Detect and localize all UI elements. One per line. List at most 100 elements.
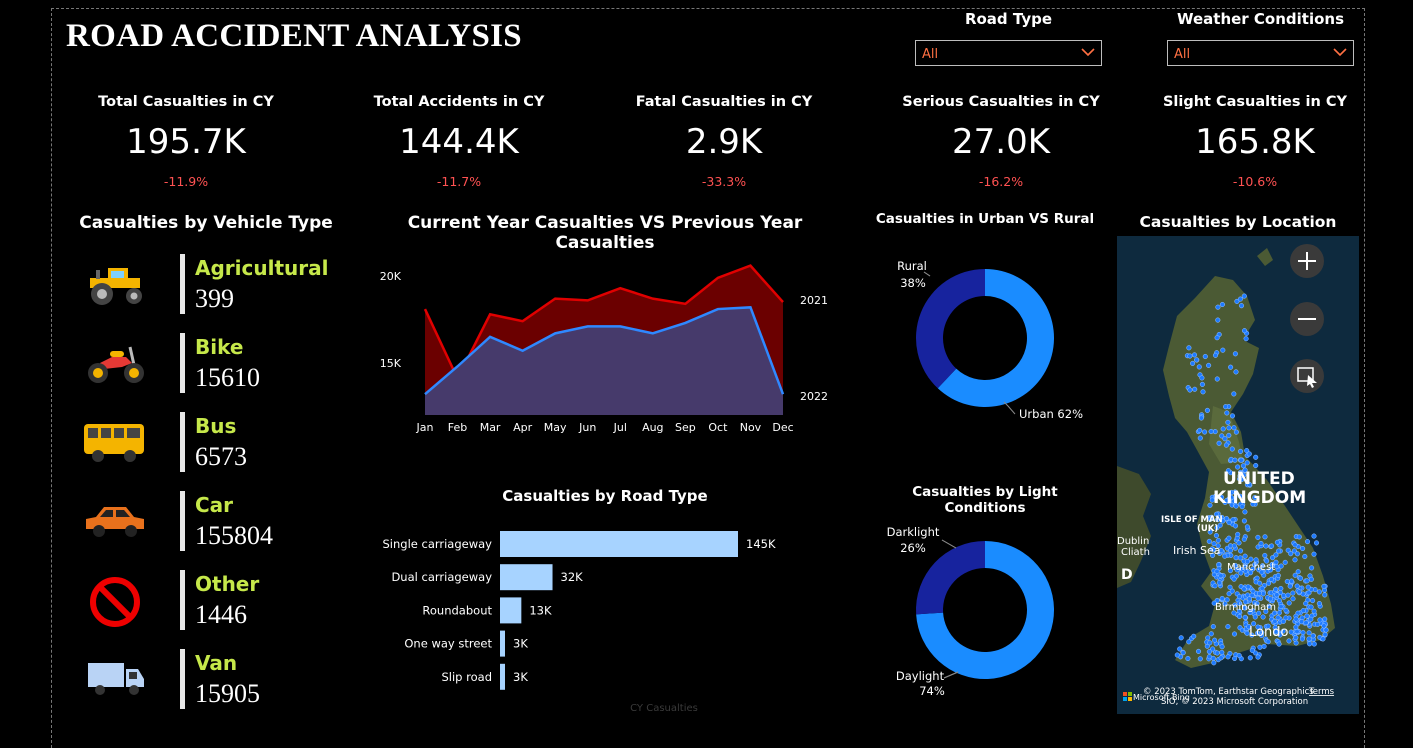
casualty-dot [1231,543,1237,549]
casualty-dot [1228,547,1234,553]
casualty-dot [1257,644,1263,650]
casualty-dot [1226,432,1232,438]
casualty-dot [1174,652,1180,658]
donut-slice-rural[interactable] [916,269,985,389]
vehicle-name: Agricultural [195,256,329,280]
casualty-dot [1233,369,1239,375]
vehicle-row-car: Car 155804 [82,491,352,553]
x-tick-label: Aug [642,421,663,434]
casualty-dot [1222,553,1228,559]
bar[interactable] [500,531,738,557]
bar[interactable] [500,564,553,591]
casualty-dot [1311,551,1317,557]
casualty-dot [1236,613,1243,620]
map-canvas[interactable]: UNITED KINGDOM ISLE OF MAN (UK) Dublin C… [1117,236,1359,714]
casualty-dot [1233,429,1239,435]
weather-value: All [1174,47,1191,62]
casualty-dot [1225,419,1231,425]
casualty-dot [1311,641,1317,647]
casualty-dot [1240,463,1246,469]
casualty-dot [1229,446,1235,452]
casualty-dot [1190,360,1196,366]
casualty-dot [1266,580,1272,586]
casualty-dot [1258,540,1264,547]
casualty-dot [1202,429,1208,435]
bar-category-label: Dual carriageway [391,570,492,584]
x-tick-label: Apr [513,421,533,434]
casualty-dot [1223,442,1229,448]
donut-light-conditions: Darklight 26% Daylight74% [887,525,1055,698]
casualty-dot [1231,391,1237,397]
casualty-dot [1273,586,1279,592]
casualty-dot [1286,600,1292,606]
casualty-dot [1290,590,1296,596]
kpi-delta: -10.6% [1232,174,1278,189]
casualty-dot [1275,572,1281,579]
casualty-dot [1241,586,1247,592]
casualty-dot [1323,627,1329,633]
casualty-dot [1311,608,1317,614]
casualty-dot [1282,559,1288,565]
donut-urban-title: Casualties in Urban VS Rural [875,211,1095,227]
casualty-dot [1299,636,1305,642]
casualty-dot [1194,357,1200,363]
bar-category-label: Slip road [441,670,492,684]
kpi-label: Slight Casualties in CY [1162,94,1348,110]
select-area-button[interactable] [1290,359,1324,393]
road-type-dropdown[interactable]: All [915,40,1102,66]
casualty-dot [1208,631,1214,637]
casualty-dot [1200,389,1206,395]
casualty-dot [1241,328,1248,334]
casualty-dot [1297,575,1304,581]
bar-value-label: 32K [561,570,584,584]
casualty-dot [1223,404,1229,410]
kpi-label: Total Casualties in CY [98,94,274,110]
chevron-down-icon [1333,48,1347,57]
casualty-dot [1276,598,1282,604]
casualty-dot [1262,534,1268,540]
donut-slice-darklight[interactable] [916,541,985,615]
casualty-dot [1296,589,1302,595]
bar[interactable] [500,630,505,657]
casualty-dot [1308,576,1314,582]
map-label-irish-sea: Irish Sea [1173,544,1221,557]
casualty-dot [1206,362,1212,368]
bar[interactable] [500,597,522,624]
casualty-dot [1316,600,1322,607]
kpi-delta: -16.2% [978,174,1024,189]
casualty-dot [1321,623,1327,629]
casualty-dot [1310,633,1316,639]
casualty-dot [1244,460,1250,466]
casualty-dot [1233,555,1239,561]
kpi-value: 27.0K [952,122,1050,162]
vehicle-value: 15905 [195,679,260,708]
casualty-dot [1236,594,1242,600]
leader-line [943,671,959,679]
zoom-in-button[interactable] [1290,244,1324,278]
vehicle-row-van: Van 15905 [82,649,352,711]
casualty-dot [1245,584,1251,590]
casualty-dot [1199,381,1205,387]
weather-dropdown[interactable]: All [1167,40,1354,66]
divider [180,333,185,393]
casualty-dot [1231,631,1238,637]
kpi-value: 2.9K [685,122,763,162]
map-label-united: UNITED [1223,469,1295,489]
map-terms-link[interactable]: Terms [1308,687,1335,697]
casualty-dot [1274,539,1280,545]
casualty-dot [1255,534,1261,540]
casualty-dot [1304,578,1310,584]
bar[interactable] [500,663,505,690]
casualty-dot [1276,548,1282,554]
x-tick-label: Jul [613,421,627,434]
road-type-label: Road Type [964,10,1053,28]
kpi-serious-casualties: Serious Casualties in CY 27.0K -16.2% [881,94,1121,189]
zoom-out-button[interactable] [1290,302,1324,336]
casualty-dot [1197,435,1203,441]
vehicle-name: Car [195,493,234,517]
kpi-delta: -33.3% [701,174,747,189]
casualty-dot [1186,345,1192,351]
uk-map[interactable]: UNITED KINGDOM ISLE OF MAN (UK) Dublin C… [1117,236,1359,714]
casualty-dot [1232,351,1238,357]
casualty-dot [1288,578,1295,584]
